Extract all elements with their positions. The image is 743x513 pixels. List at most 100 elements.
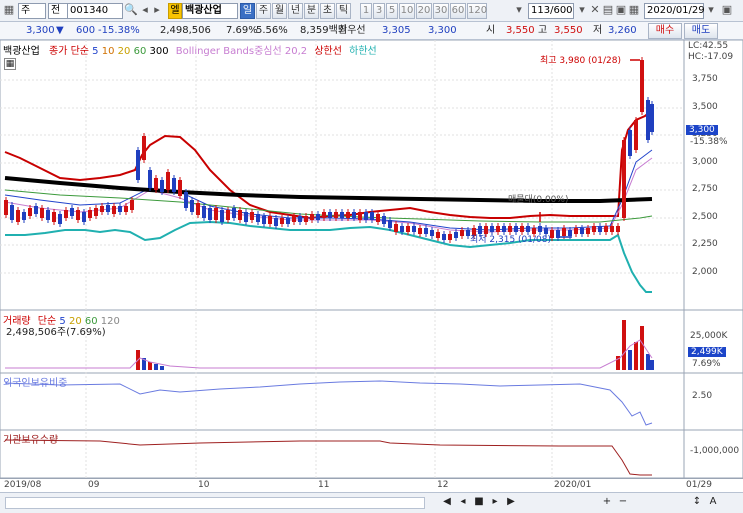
candle-body	[346, 212, 350, 218]
count-input[interactable]: 113/600	[528, 3, 574, 19]
candle-body	[382, 216, 386, 224]
market-select[interactable]: 주	[18, 3, 46, 19]
candle-body	[400, 226, 404, 232]
candle-body	[442, 234, 446, 240]
price-y-axis: 3,7503,5003,2503,0002,7502,5002,2502,000	[690, 40, 740, 310]
candle-body	[232, 208, 236, 218]
chart-canvas	[0, 40, 743, 479]
zoom-in-icon[interactable]: +	[600, 496, 614, 510]
ma300-label: 매물대(0.00%)	[508, 195, 569, 205]
candle-body	[250, 212, 254, 220]
candle-body	[388, 220, 392, 228]
best-ask-label: 최우선	[338, 25, 366, 36]
font-size-icon[interactable]: A	[706, 496, 720, 510]
candle-body	[370, 212, 374, 220]
volume-pct: 7.69%	[226, 25, 258, 36]
settings-dropdown-icon[interactable]: ▾	[512, 3, 526, 19]
candle-body	[568, 230, 572, 236]
candle-body	[178, 180, 182, 196]
volume-current-badge: 2,499K	[688, 347, 726, 357]
stock-code-input[interactable]: 001340	[67, 3, 123, 19]
date-input[interactable]: 2020/01/29	[644, 3, 705, 19]
sell-button[interactable]: 매도	[684, 23, 718, 39]
x-axis-label: 2019/08	[4, 480, 42, 490]
candle-body	[64, 210, 68, 218]
grid-menu-icon[interactable]: ▦	[2, 3, 16, 19]
x-axis-label: 01/29	[686, 480, 712, 490]
buy-button[interactable]: 매수	[648, 23, 682, 39]
move-icon[interactable]: ↕	[690, 496, 704, 510]
interval-button-60[interactable]: 60	[450, 3, 466, 19]
date-picker-icon[interactable]: ▾	[704, 3, 718, 19]
next-icon[interactable]: ▸	[150, 3, 164, 19]
interval-button-1[interactable]: 1	[360, 3, 372, 19]
candle-body	[172, 178, 176, 192]
current-price-badge: 3,300	[686, 125, 718, 135]
next-page-icon[interactable]: ▸	[488, 496, 502, 510]
candle-body	[154, 178, 158, 190]
period-button-1[interactable]: 주	[256, 3, 271, 19]
turnover-pct: 5.56%	[256, 25, 288, 36]
period-button-2[interactable]: 월	[272, 3, 287, 19]
candle-body	[256, 214, 260, 222]
stock-name: 백광산업	[182, 3, 238, 19]
candle-body	[184, 192, 188, 208]
price-y-tick: 3,750	[692, 74, 718, 84]
stop-icon[interactable]: ■	[472, 496, 486, 510]
period-button-3[interactable]: 년	[288, 3, 303, 19]
candle-body	[46, 210, 50, 220]
price-change-pct: -15.38%	[98, 25, 140, 36]
dropdown-icon[interactable]: ▾	[575, 3, 589, 19]
candle-body	[40, 208, 44, 218]
last-icon[interactable]: ▶	[504, 496, 518, 510]
print-icon[interactable]: ▣	[720, 3, 734, 19]
interval-button-20[interactable]: 20	[416, 3, 432, 19]
candle-body	[70, 208, 74, 216]
price-y-tick: 3,500	[692, 102, 718, 112]
tag-badge: 엘	[168, 3, 182, 19]
first-icon[interactable]: ◀	[440, 496, 454, 510]
interval-button-10[interactable]: 10	[399, 3, 415, 19]
candle-body	[292, 216, 296, 222]
tools-icon[interactable]: ✕	[588, 3, 602, 19]
prev-page-icon[interactable]: ◂	[456, 496, 470, 510]
candle-body	[430, 230, 434, 236]
foreign-y-tick: 2.50	[692, 391, 713, 401]
price-y-tick: 2,250	[692, 239, 718, 249]
x-axis-label: 2020/01	[554, 480, 592, 490]
volume-bar	[640, 326, 644, 370]
period-button-5[interactable]: 초	[320, 3, 335, 19]
panel-grid-icon[interactable]: ▦	[4, 58, 16, 70]
candle-body	[34, 206, 38, 214]
zoom-icon[interactable]: ▤	[601, 3, 615, 19]
inst-panel	[0, 429, 743, 479]
calendar-icon[interactable]: ▦	[627, 3, 641, 19]
period-button-0[interactable]: 일	[240, 3, 255, 19]
candle-body	[220, 210, 224, 222]
candle-body	[598, 226, 602, 232]
market2-select[interactable]: 전	[48, 3, 68, 19]
candle-body	[562, 228, 566, 236]
candle-body	[226, 210, 230, 220]
period-button-4[interactable]: 분	[304, 3, 319, 19]
save-icon[interactable]: ▣	[614, 3, 628, 19]
candle-body	[334, 212, 338, 218]
chart-scrollbar[interactable]	[5, 497, 425, 509]
candle-body	[28, 208, 32, 216]
candle-body	[202, 206, 206, 218]
interval-button-5[interactable]: 5	[386, 3, 398, 19]
interval-button-120[interactable]: 120	[467, 3, 487, 19]
current-price: 3,300	[26, 25, 55, 36]
candle-body	[604, 226, 608, 232]
interval-button-30[interactable]: 30	[433, 3, 449, 19]
candle-body	[364, 212, 368, 220]
low-price: 3,260	[608, 25, 637, 36]
period-button-6[interactable]: 틱	[336, 3, 351, 19]
price-panel-title: 백광산업	[3, 46, 40, 57]
candle-body	[304, 216, 308, 222]
zoom-out-icon[interactable]: −	[616, 496, 630, 510]
candle-body	[328, 212, 332, 218]
search-icon[interactable]: 🔍	[124, 3, 138, 19]
interval-button-3[interactable]: 3	[373, 3, 385, 19]
open-label: 시	[486, 25, 496, 36]
